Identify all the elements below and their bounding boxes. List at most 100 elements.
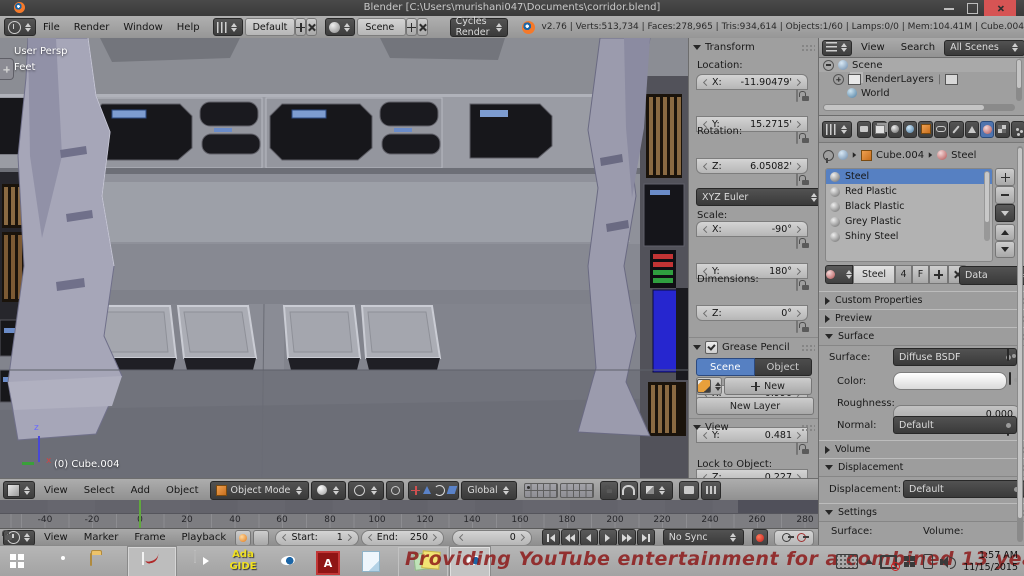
maximize-button[interactable] bbox=[967, 3, 978, 14]
device-tray-icon[interactable] bbox=[923, 554, 933, 569]
touch-keyboard-tray-icon[interactable] bbox=[836, 554, 858, 569]
panel-grip-icon[interactable] bbox=[801, 344, 815, 351]
frame-end-field[interactable]: End:250 bbox=[361, 530, 444, 546]
use-preview-range-toggle[interactable] bbox=[235, 530, 251, 546]
material-list-scrollbar[interactable] bbox=[984, 171, 990, 241]
auto-keyframe-record-button[interactable] bbox=[752, 529, 768, 546]
rotation-mode-dropdown[interactable]: XYZ Euler bbox=[696, 188, 819, 206]
section-displacement[interactable]: Displacement bbox=[819, 458, 1024, 477]
menu-window[interactable]: Window bbox=[116, 22, 169, 33]
shading-dropdown[interactable] bbox=[311, 481, 346, 500]
timeline-menu-marker[interactable]: Marker bbox=[77, 532, 126, 543]
volume-tray-icon[interactable] bbox=[940, 556, 956, 568]
adobe-reader-taskbar-icon[interactable]: A bbox=[316, 551, 340, 575]
scale-manipulator-icon[interactable] bbox=[447, 486, 458, 494]
file-explorer-taskbar-icon[interactable] bbox=[90, 553, 92, 566]
grease-pencil-panel-header[interactable]: Grease Pencil bbox=[693, 341, 815, 354]
location-z-field[interactable]: Z:6.05082' bbox=[696, 158, 808, 174]
layout-add-button[interactable] bbox=[295, 18, 306, 36]
outliner-vscrollbar[interactable] bbox=[1016, 59, 1022, 101]
rotation-x-field[interactable]: X:-90° bbox=[696, 221, 808, 237]
render-opengl-button[interactable] bbox=[679, 481, 699, 500]
outliner-display-mode-dropdown[interactable]: All Scenes bbox=[944, 40, 1024, 56]
rotate-manipulator-icon[interactable] bbox=[434, 485, 445, 496]
breadcrumb-material-icon[interactable] bbox=[937, 150, 947, 160]
material-name-field[interactable]: Steel bbox=[853, 265, 895, 284]
material-slot-add-button[interactable] bbox=[995, 168, 1015, 186]
jump-to-start-button[interactable] bbox=[542, 529, 560, 546]
material-slot[interactable]: Red Plastic bbox=[826, 184, 992, 199]
frame-start-field[interactable]: Start:1 bbox=[275, 530, 358, 546]
section-preview[interactable]: Preview bbox=[819, 309, 1024, 328]
viewport-menu-add[interactable]: Add bbox=[124, 485, 157, 496]
breadcrumb-material-name[interactable]: Steel bbox=[951, 150, 976, 161]
section-custom-properties[interactable]: Custom Properties bbox=[819, 291, 1024, 310]
section-volume[interactable]: Volume bbox=[819, 440, 1024, 459]
lock-to-scene-toggle[interactable] bbox=[600, 481, 618, 500]
breadcrumb-scene-icon[interactable] bbox=[838, 150, 848, 160]
properties-editor-selector[interactable] bbox=[822, 121, 852, 138]
renderlayer-toggle-icon[interactable] bbox=[945, 74, 958, 85]
viewport-editor-selector[interactable] bbox=[3, 481, 35, 499]
jump-to-end-button[interactable] bbox=[637, 529, 655, 546]
timeline-menu-playback[interactable]: Playback bbox=[174, 532, 233, 543]
mode-dropdown[interactable]: Object Mode bbox=[210, 481, 310, 500]
key-remove-icon[interactable] bbox=[797, 533, 806, 542]
material-slot[interactable]: Grey Plastic bbox=[826, 214, 992, 229]
viewport-menu-view[interactable]: View bbox=[37, 485, 75, 496]
media-player-taskbar-icon[interactable] bbox=[194, 550, 196, 563]
menu-file[interactable]: File bbox=[36, 22, 67, 33]
outliner-editor-selector[interactable] bbox=[822, 40, 852, 56]
layers-grid-right[interactable] bbox=[560, 483, 594, 498]
displacement-dropdown[interactable]: Default bbox=[903, 480, 1024, 498]
surface-shader-dropdown[interactable]: Diffuse BSDF bbox=[893, 348, 1017, 366]
material-browse-button[interactable] bbox=[825, 265, 853, 284]
sync-dropdown[interactable]: No Sync bbox=[663, 529, 744, 546]
windows-tray-icon[interactable] bbox=[904, 556, 909, 561]
timeline-ruler[interactable]: -40 -20 0 20 40 60 80 100 120 140 160 18… bbox=[0, 513, 818, 529]
gp-new-button[interactable]: New bbox=[724, 377, 812, 395]
material-slot-move-up-button[interactable] bbox=[995, 224, 1015, 241]
outliner-row-world[interactable]: World bbox=[847, 86, 1015, 100]
outliner-row-scene[interactable]: Scene bbox=[819, 58, 1019, 72]
material-users-button[interactable]: 4 bbox=[895, 265, 912, 284]
tab-render-icon[interactable] bbox=[857, 121, 871, 138]
material-link-dropdown[interactable]: Data bbox=[959, 266, 1024, 285]
gp-new-layer-button[interactable]: New Layer bbox=[696, 397, 814, 415]
tab-material-icon[interactable] bbox=[980, 121, 994, 138]
color-swatch[interactable] bbox=[893, 372, 1007, 390]
material-fake-user-button[interactable]: F bbox=[912, 265, 929, 284]
color-socket-button[interactable] bbox=[1009, 372, 1011, 385]
breadcrumb-object-icon[interactable] bbox=[861, 150, 872, 161]
material-new-button[interactable] bbox=[929, 265, 948, 284]
material-slot[interactable]: Shiny Steel bbox=[826, 229, 992, 244]
ada-gide-taskbar-icon[interactable]: AdaGIDE bbox=[228, 549, 258, 572]
scene-name-field[interactable]: Scene bbox=[357, 18, 405, 36]
move-manipulator-icon[interactable] bbox=[423, 486, 431, 494]
layers-grid-left[interactable] bbox=[524, 483, 558, 498]
tab-texture-icon[interactable] bbox=[995, 121, 1009, 138]
screen-layout-browse[interactable] bbox=[213, 18, 243, 36]
gp-tab-scene[interactable]: Scene bbox=[696, 358, 755, 376]
outliner-row-renderlayers[interactable]: RenderLayers | bbox=[833, 72, 1015, 86]
play-button[interactable] bbox=[599, 529, 617, 546]
properties-vscrollbar[interactable] bbox=[1017, 146, 1023, 542]
rotation-z-lock-icon[interactable] bbox=[796, 320, 798, 333]
material-specials-button[interactable] bbox=[995, 204, 1015, 222]
npanel-toggle-tab[interactable] bbox=[0, 58, 14, 80]
current-frame-field[interactable]: 0 bbox=[452, 530, 532, 546]
scene-add-button[interactable] bbox=[406, 18, 417, 36]
rotation-x-lock-icon[interactable] bbox=[796, 236, 798, 249]
tab-scene-icon[interactable] bbox=[888, 121, 902, 138]
section-settings[interactable]: Settings bbox=[819, 503, 1024, 522]
transform-panel-header[interactable]: Transform bbox=[693, 42, 815, 53]
screen-layout-field[interactable]: Default bbox=[245, 18, 296, 36]
viewport-menu-select[interactable]: Select bbox=[77, 485, 122, 496]
key-icon[interactable] bbox=[782, 533, 791, 542]
taskbar-clock[interactable]: 1:57 AM 11/15/2015 bbox=[963, 550, 1018, 574]
timeline-track[interactable] bbox=[0, 500, 818, 513]
normal-dropdown[interactable]: Default bbox=[893, 416, 1017, 434]
frame-lock-icon[interactable] bbox=[253, 530, 269, 546]
photo-viewer-taskbar-icon[interactable] bbox=[142, 552, 144, 565]
close-button[interactable] bbox=[984, 0, 1016, 16]
